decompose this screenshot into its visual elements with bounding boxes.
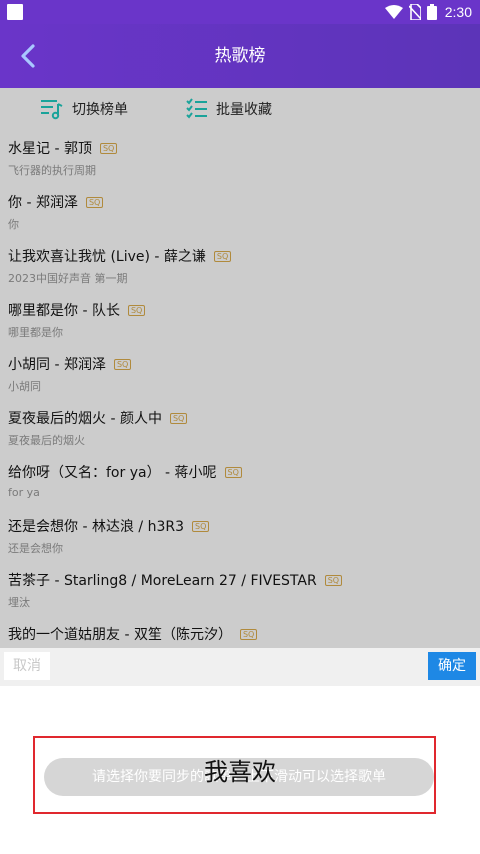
song-row[interactable]: 夏夜最后的烟火 - 颜人中 SQ 夏夜最后的烟火: [0, 402, 480, 456]
song-row[interactable]: 还是会想你 - 林达浪 / h3R3 SQ 还是会想你: [0, 510, 480, 564]
sq-badge: SQ: [239, 628, 258, 640]
song-row[interactable]: 你 - 郑润泽 SQ 你: [0, 186, 480, 240]
batch-collect-label: 批量收藏: [216, 102, 272, 118]
switch-chart-label: 切换榜单: [72, 102, 128, 118]
song-title: 你 - 郑润泽: [8, 195, 78, 211]
sq-badge: SQ: [213, 250, 232, 262]
cancel-button[interactable]: 取消: [4, 652, 50, 680]
status-bar: 2:30: [0, 0, 480, 24]
song-list-panel: 切换榜单 批量收藏 水星记 - 郭顶 SQ 飞行器的执行周期 你 - 郑润泽 SQ …: [0, 88, 480, 648]
song-title: 水星记 - 郭顶: [8, 141, 92, 157]
sq-badge: SQ: [191, 520, 210, 532]
sq-badge: SQ: [85, 196, 104, 208]
switch-chart-button[interactable]: 切换榜单: [40, 98, 128, 120]
song-title: 还是会想你 - 林达浪 / h3R3: [8, 519, 184, 535]
sq-badge: SQ: [224, 466, 242, 478]
song-row[interactable]: 让我欢喜让我忧 (Live) - 薛之谦 SQ 2023中国好声音 第一期: [0, 240, 480, 294]
song-row[interactable]: 水星记 - 郭顶 SQ 飞行器的执行周期: [0, 132, 480, 186]
back-button[interactable]: [10, 38, 46, 74]
song-album: 还是会想你: [8, 542, 63, 555]
sq-badge: SQ: [169, 412, 188, 424]
song-title: 我的一个道姑朋友 - 双笙（陈元汐）: [8, 627, 232, 643]
list-toolbar: 切换榜单 批量收藏: [0, 88, 480, 132]
wifi-icon: [384, 5, 403, 19]
song-row[interactable]: 哪里都是你 - 队长 SQ 哪里都是你: [0, 294, 480, 348]
app-notification-icon: [7, 4, 23, 20]
confirm-button[interactable]: 确定: [428, 652, 476, 680]
song-album: for ya: [8, 486, 40, 499]
battery-icon: [426, 4, 437, 20]
song-title: 给你呀（又名：for ya） - 蒋小呢: [8, 465, 217, 481]
no-sim-icon: [408, 4, 421, 20]
song-album: 夏夜最后的烟火: [8, 434, 85, 447]
back-arrow-icon: [21, 44, 35, 68]
sq-badge: SQ: [324, 574, 343, 586]
page-title: 热歌榜: [214, 46, 266, 66]
song-row[interactable]: 小胡同 - 郑润泽 SQ 小胡同: [0, 348, 480, 402]
song-row[interactable]: 给你呀（又名：for ya） - 蒋小呢 SQ for ya: [0, 456, 480, 510]
song-title: 小胡同 - 郑润泽: [8, 357, 106, 373]
song-album: 小胡同: [8, 380, 41, 393]
song-list: 水星记 - 郭顶 SQ 飞行器的执行周期 你 - 郑润泽 SQ 你 让我欢喜让我忧 …: [0, 132, 480, 648]
song-album: 2023中国好声音 第一期: [8, 272, 128, 285]
song-album: 飞行器的执行周期: [8, 164, 96, 177]
song-title: 苦茶子 - Starling8 / MoreLearn 27 / FIVESTA…: [8, 573, 317, 589]
batch-collect-button[interactable]: 批量收藏: [186, 98, 272, 120]
sq-badge: SQ: [99, 142, 118, 154]
song-title: 夏夜最后的烟火 - 颜人中: [8, 411, 162, 427]
song-album: 埋汰: [8, 596, 30, 609]
playlist-switch-icon: [41, 100, 63, 120]
song-row[interactable]: 苦茶子 - Starling8 / MoreLearn 27 / FIVESTA…: [0, 564, 480, 618]
sq-badge: SQ: [127, 304, 146, 316]
song-row[interactable]: 我的一个道姑朋友 - 双笙（陈元汐） SQ: [0, 618, 480, 648]
checklist-icon: [186, 98, 207, 119]
song-album: 你: [8, 218, 19, 231]
song-title: 让我欢喜让我忧 (Live) - 薛之谦: [8, 249, 206, 265]
sq-badge: SQ: [113, 358, 132, 370]
app-header: 热歌榜: [0, 24, 480, 88]
status-time: 2:30: [444, 4, 472, 20]
song-album: 哪里都是你: [8, 326, 63, 339]
song-title: 哪里都是你 - 队长: [8, 303, 120, 319]
selection-highlight-box: [33, 736, 436, 814]
action-bar: 取消 确定: [0, 648, 480, 686]
